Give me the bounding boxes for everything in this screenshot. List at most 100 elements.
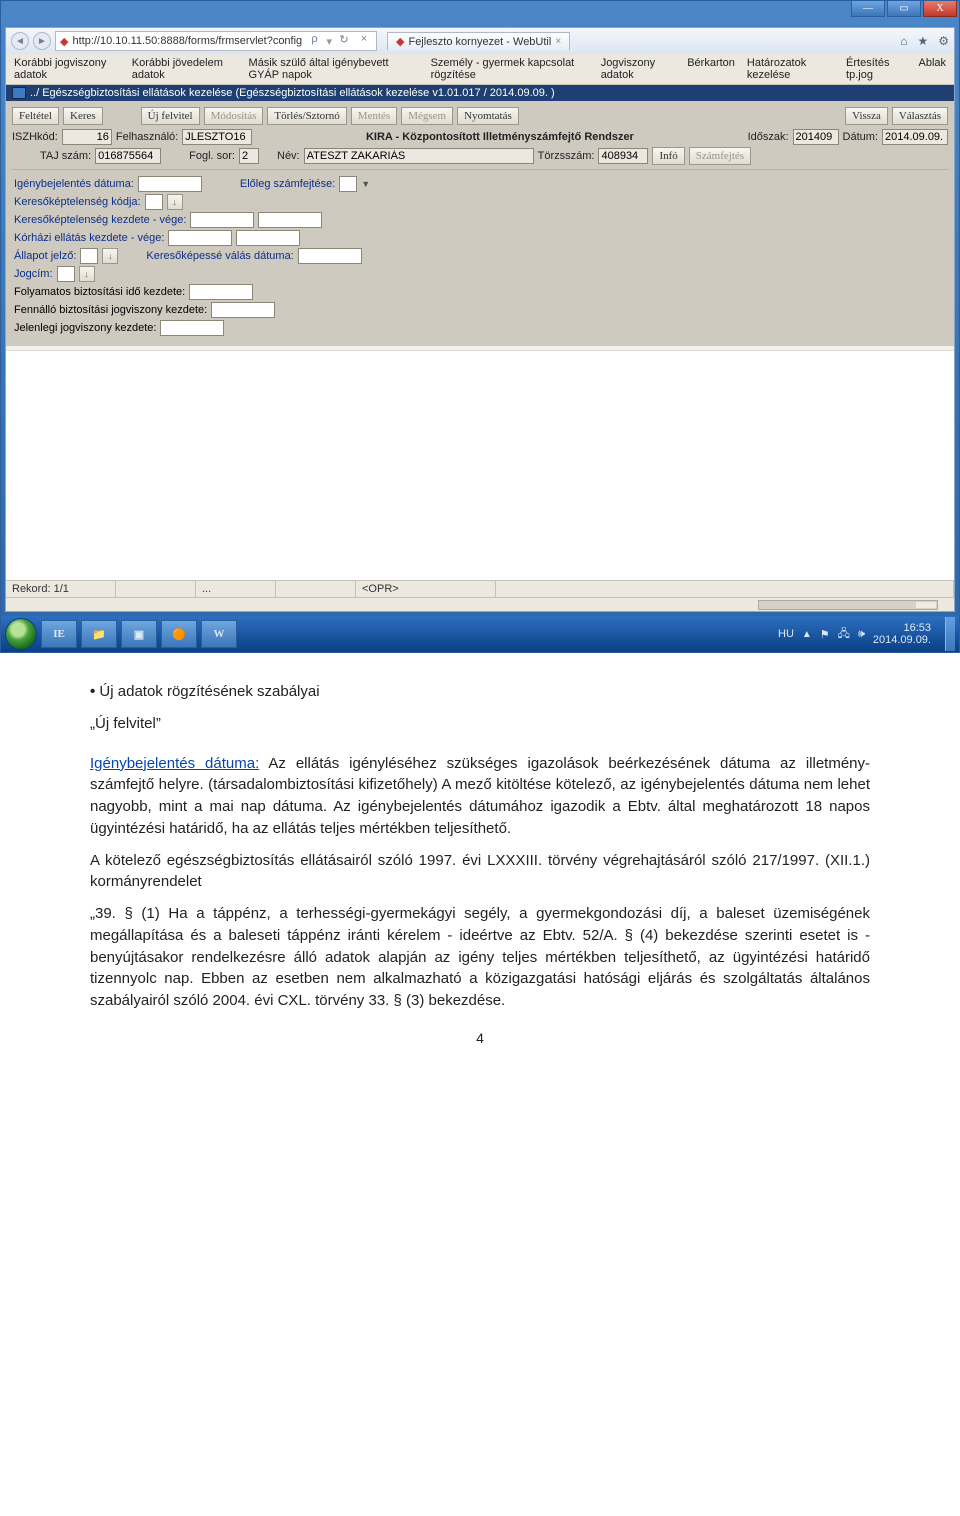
tools-icon[interactable]: ⚙ (938, 34, 949, 48)
iszhkod-field (62, 129, 112, 145)
menu-item[interactable]: Határozatok kezelése (747, 57, 834, 81)
doc-bullet: Új adatok rögzítésének szabályai (90, 681, 870, 703)
taj-label: TAJ szám: (40, 150, 91, 162)
start-button[interactable] (5, 618, 37, 650)
mdi-window-title: ../ Egészségbiztosítási ellátások kezelé… (6, 85, 954, 101)
igeny-datum-label: Igénybejelentés dátuma: (14, 178, 134, 190)
torzs-label: Törzsszám: (538, 150, 595, 162)
tray-sound-icon[interactable]: 🕪 (858, 628, 865, 641)
tray-time: 16:53 (873, 622, 931, 634)
tray-overflow-icon[interactable]: ▲ (802, 629, 812, 640)
tab-title: Fejleszto kornyezet - WebUtil (408, 36, 551, 48)
kk-kezd-label: Keresőképtelenség kezdete - vége: (14, 214, 186, 226)
jogcim-field[interactable] (57, 266, 75, 282)
vissza-button[interactable]: Vissza (845, 107, 888, 125)
browser-forward-button[interactable]: ► (33, 32, 51, 50)
kkod-label: Keresőképtelenség kódja: (14, 196, 141, 208)
fennallo-field[interactable] (211, 302, 275, 318)
menu-item[interactable]: Korábbi jogviszony adatok (14, 57, 120, 81)
favorites-icon[interactable]: ★ (917, 34, 928, 48)
tray-network-icon[interactable]: 🖧 (838, 625, 850, 644)
kk-vege-field[interactable] (258, 212, 322, 228)
folyt-field[interactable] (189, 284, 253, 300)
vertical-scrollbar[interactable] (946, 446, 954, 486)
korhaz-vege-field[interactable] (236, 230, 300, 246)
button-bar-top: Feltétel Keres Új felvitel Módosítás Tör… (12, 107, 948, 125)
allapot-lov-button[interactable]: ↓ (102, 248, 118, 264)
megsem-button[interactable]: Mégsem (401, 107, 453, 125)
stop-icon[interactable]: × (356, 33, 372, 49)
korhaz-kezd-field[interactable] (168, 230, 232, 246)
browser-h-scroll[interactable] (6, 597, 954, 611)
nyomtatas-button[interactable]: Nyomtatás (457, 107, 519, 125)
menu-item[interactable]: Jogviszony adatok (601, 57, 676, 81)
kkod-lov-button[interactable]: ↓ (167, 194, 183, 210)
igeny-datum-field[interactable] (138, 176, 202, 192)
folyt-label: Folyamatos biztosítási idő kezdete: (14, 286, 185, 298)
modositas-button[interactable]: Módosítás (204, 107, 264, 125)
doc-field-link[interactable]: Igénybejelentés dátuma: (90, 755, 259, 772)
doc-heading: „Új felvitel” (90, 713, 870, 735)
menu-item[interactable]: Korábbi jövedelem adatok (132, 57, 237, 81)
taj-field (95, 148, 161, 164)
doc-paragraph: „39. § (1) Ha a táppénz, a terhességi-gy… (90, 903, 870, 1012)
show-desktop-button[interactable] (945, 617, 955, 651)
felhasznalo-field (182, 129, 252, 145)
torzs-field (598, 148, 648, 164)
tray-lang[interactable]: HU (778, 628, 794, 640)
jogcim-lov-button[interactable]: ↓ (79, 266, 95, 282)
home-icon[interactable]: ⌂ (900, 34, 907, 48)
window-minimize-button[interactable]: — (851, 1, 885, 17)
taskbar-app-unknown[interactable]: 🟠 (161, 620, 197, 648)
mdi-window-icon (12, 87, 26, 99)
taskbar-app-media[interactable]: ▣ (121, 620, 157, 648)
valasztas-button[interactable]: Választás (892, 107, 948, 125)
eloleg-dropdown-icon[interactable]: ▼ (361, 179, 370, 189)
torles-button[interactable]: Törlés/Sztornó (267, 107, 346, 125)
browser-back-button[interactable]: ◄ (11, 32, 29, 50)
ujfelvitel-button[interactable]: Új felvitel (141, 107, 200, 125)
taskbar-app-ie[interactable]: IE (41, 620, 77, 648)
menu-item[interactable]: Ablak (918, 57, 946, 81)
tab-close-icon[interactable]: × (555, 36, 561, 47)
document-body: Új adatok rögzítésének szabályai „Új fel… (90, 681, 870, 1048)
menu-item[interactable]: Értesítés tp.jog (846, 57, 906, 81)
keres-button[interactable]: Keres (63, 107, 103, 125)
menu-item[interactable]: Bérkarton (687, 57, 735, 81)
fennallo-label: Fennálló biztosítási jogviszony kezdete: (14, 304, 207, 316)
status-mode: <OPR> (356, 581, 496, 597)
idoszak-field (793, 129, 839, 145)
taskbar-app-explorer[interactable]: 📁 (81, 620, 117, 648)
refresh-icon[interactable]: ↻ (336, 33, 352, 49)
window-maximize-button[interactable]: ▭ (887, 1, 921, 17)
page-number: 4 (90, 1028, 870, 1048)
jelenlegi-label: Jelenlegi jogviszony kezdete: (14, 322, 156, 334)
kk-kezd-field[interactable] (190, 212, 254, 228)
address-input[interactable] (72, 35, 302, 47)
fogl-field (239, 148, 259, 164)
szamfejtes-button[interactable]: Számfejtés (689, 147, 751, 165)
taskbar-app-word[interactable]: W (201, 620, 237, 648)
tray-clock[interactable]: 16:53 2014.09.09. (873, 622, 931, 646)
jelenlegi-field[interactable] (160, 320, 224, 336)
browser-tab[interactable]: ◆ Fejleszto kornyezet - WebUtil × (387, 32, 570, 50)
mentes-button[interactable]: Mentés (351, 107, 397, 125)
kkod-field[interactable] (145, 194, 163, 210)
window-close-button[interactable]: X (923, 1, 957, 17)
nev-field (304, 148, 534, 164)
allapot-field[interactable] (80, 248, 98, 264)
search-icon[interactable]: ρ (306, 33, 322, 49)
info-button[interactable]: Infó (652, 147, 684, 165)
menu-item[interactable]: Személy - gyermek kapcsolat rögzítése (431, 57, 589, 81)
form-area: Feltétel Keres Új felvitel Módosítás Tör… (6, 101, 954, 346)
mdi-empty-area (6, 350, 954, 580)
kkv-field[interactable] (298, 248, 362, 264)
eloleg-field[interactable] (339, 176, 357, 192)
feltetel-button[interactable]: Feltétel (12, 107, 59, 125)
status-cell (276, 581, 356, 597)
menu-item[interactable]: Másik szülő által igénybevett GYÁP napok (249, 57, 419, 81)
tray-flag-icon[interactable]: ⚑ (820, 628, 830, 641)
datum-label: Dátum: (843, 131, 878, 143)
address-bar[interactable]: ◆ ρ ▾ ↻ × (55, 31, 377, 51)
datum-field (882, 129, 948, 145)
